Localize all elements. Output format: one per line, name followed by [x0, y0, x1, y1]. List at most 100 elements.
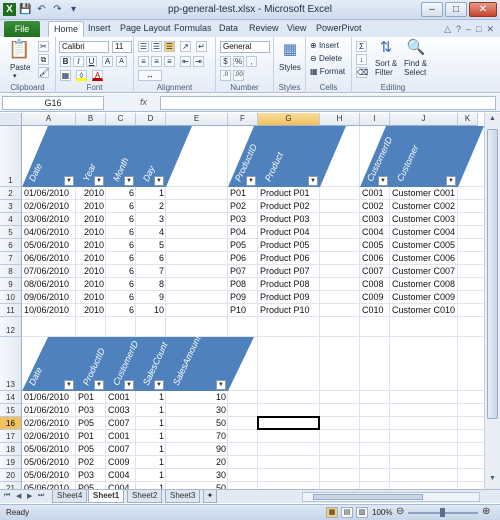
sheet-tab-sheet1[interactable]: Sheet1 [88, 490, 125, 503]
sheet-tab-sheet2[interactable]: Sheet2 [127, 490, 163, 503]
close-button[interactable]: ✕ [469, 2, 497, 17]
increase-decimal-icon[interactable]: .0 [220, 70, 231, 81]
font-color-icon[interactable]: A [92, 70, 103, 81]
styles-button[interactable]: Styles [279, 63, 301, 72]
first-sheet-icon[interactable]: ⏮ [4, 492, 10, 500]
row-header-14[interactable]: 14 [0, 391, 22, 404]
row-header-6[interactable]: 6 [0, 239, 22, 252]
sales_table-filter-icon-0[interactable]: ▼ [64, 380, 74, 390]
row-header-3[interactable]: 3 [0, 200, 22, 213]
vertical-scroll-thumb[interactable] [487, 129, 498, 419]
zoom-level[interactable]: 100% [372, 508, 392, 517]
row-header-17[interactable]: 17 [0, 430, 22, 443]
row-header-13[interactable]: 13 [0, 337, 22, 391]
last-sheet-icon[interactable]: ⏭ [38, 492, 44, 500]
row-header-7[interactable]: 7 [0, 252, 22, 265]
row-header-21[interactable]: 21 [0, 482, 22, 489]
row-header-19[interactable]: 19 [0, 456, 22, 469]
row-header-16[interactable]: 16 [0, 417, 22, 430]
delete-cells-button[interactable]: ⊖ Delete [310, 54, 342, 63]
column-header-j[interactable]: J [390, 113, 458, 126]
tab-home[interactable]: Home [48, 21, 85, 37]
column-header-a[interactable]: A [22, 113, 76, 126]
fill-color-icon[interactable]: ◊ [76, 70, 87, 81]
normal-view-icon[interactable]: ▦ [326, 507, 338, 518]
column-header-d[interactable]: D [136, 113, 166, 126]
tab-review[interactable]: Review [249, 23, 279, 33]
increase-font-icon[interactable]: A [102, 56, 113, 67]
row-header-20[interactable]: 20 [0, 469, 22, 482]
font-name-combo[interactable]: Calibri [59, 41, 109, 53]
align-right-icon[interactable]: ≡ [164, 56, 175, 67]
formula-input[interactable] [160, 96, 496, 110]
sort-filter-icon[interactable]: ⇅ [376, 38, 396, 58]
zoom-slider-thumb[interactable] [440, 508, 445, 517]
zoom-out-icon[interactable]: ⊖ [396, 506, 404, 517]
decrease-decimal-icon[interactable]: .00 [233, 70, 244, 81]
decrease-font-icon[interactable]: A [116, 56, 127, 67]
row-header-8[interactable]: 8 [0, 265, 22, 278]
active-cell[interactable] [257, 416, 320, 430]
tab-insert[interactable]: Insert [88, 23, 111, 33]
column-header-b[interactable]: B [76, 113, 106, 126]
date_table-filter-icon-3[interactable]: ▼ [154, 176, 164, 186]
date_table-filter-icon-2[interactable]: ▼ [124, 176, 134, 186]
help-icon[interactable]: ? [456, 24, 461, 35]
row-header-15[interactable]: 15 [0, 404, 22, 417]
tab-data[interactable]: Data [219, 23, 238, 33]
customer_table-filter-icon-0[interactable]: ▼ [378, 176, 388, 186]
tab-powerpivot[interactable]: PowerPivot [316, 23, 362, 33]
name-box[interactable]: G16 [2, 96, 104, 110]
insert-cells-button[interactable]: ⊕ Insert [310, 41, 339, 50]
restore-button[interactable]: □ [445, 2, 467, 17]
insert-function-icon[interactable]: fx [140, 97, 147, 107]
decrease-indent-icon[interactable]: ⇤ [180, 56, 191, 67]
horizontal-scroll-thumb[interactable] [313, 494, 423, 500]
currency-icon[interactable]: $ [220, 56, 231, 67]
orientation-icon[interactable]: ↗ [180, 41, 191, 52]
workbook-close-icon[interactable]: ✕ [486, 24, 494, 35]
row-header-5[interactable]: 5 [0, 226, 22, 239]
format-cells-button[interactable]: ▦ Format [310, 67, 345, 76]
borders-icon[interactable]: ▦ [60, 70, 71, 81]
underline-icon[interactable]: U [86, 56, 97, 67]
wrap-text-icon[interactable]: ↵ [196, 41, 207, 52]
tab-page-layout[interactable]: Page Layout [120, 23, 171, 33]
minimize-ribbon-icon[interactable]: △ [444, 24, 451, 35]
workbook-restore-icon[interactable]: □ [476, 24, 481, 35]
sales_table-filter-icon-1[interactable]: ▼ [94, 380, 104, 390]
number-format-combo[interactable]: General [220, 41, 270, 53]
align-top-icon[interactable]: ☰ [138, 41, 149, 52]
row-header-18[interactable]: 18 [0, 443, 22, 456]
workbook-minimize-icon[interactable]: – [466, 24, 471, 35]
row-header-9[interactable]: 9 [0, 278, 22, 291]
sales_table-filter-icon-4[interactable]: ▼ [216, 380, 226, 390]
row-header-2[interactable]: 2 [0, 187, 22, 200]
styles-icon[interactable]: ▦ [280, 40, 300, 60]
sheet-tab-sheet4[interactable]: Sheet4 [52, 490, 88, 503]
align-left-icon[interactable]: ≡ [138, 56, 149, 67]
find-select-button[interactable]: Find & Select [404, 59, 427, 77]
tab-view[interactable]: View [287, 23, 306, 33]
find-select-icon[interactable]: 🔍 [406, 38, 426, 58]
vertical-scrollbar[interactable]: ▲ ▼ [484, 113, 500, 489]
row-header-4[interactable]: 4 [0, 213, 22, 226]
sheet-tab-sheet3[interactable]: Sheet3 [165, 490, 201, 503]
paste-button[interactable]: Paste [10, 63, 30, 72]
column-header-e[interactable]: E [166, 113, 228, 126]
scroll-up-icon[interactable]: ▲ [487, 115, 498, 126]
italic-icon[interactable]: I [73, 56, 84, 67]
product_table-filter-icon-0[interactable]: ▼ [246, 176, 256, 186]
increase-indent-icon[interactable]: ⇥ [193, 56, 204, 67]
scroll-down-icon[interactable]: ▼ [487, 475, 498, 486]
format-painter-icon[interactable]: 🖌 [38, 67, 49, 78]
date_table-filter-icon-0[interactable]: ▼ [64, 176, 74, 186]
row-header-11[interactable]: 11 [0, 304, 22, 317]
next-sheet-icon[interactable]: ▶ [27, 492, 32, 500]
copy-icon[interactable]: ⧉ [38, 54, 49, 65]
align-center-icon[interactable]: ≡ [151, 56, 162, 67]
align-middle-icon[interactable]: ☰ [151, 41, 162, 52]
row-header-10[interactable]: 10 [0, 291, 22, 304]
cut-icon[interactable]: ✂ [38, 41, 49, 52]
sales_table-filter-icon-3[interactable]: ▼ [154, 380, 164, 390]
